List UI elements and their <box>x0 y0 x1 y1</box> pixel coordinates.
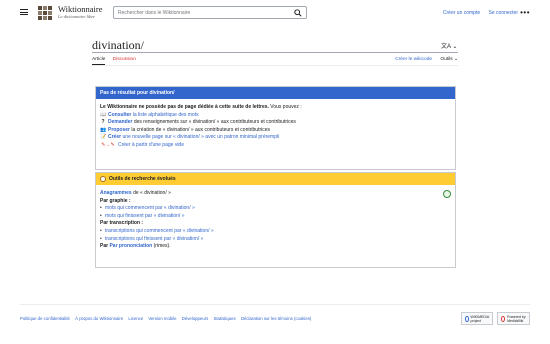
by-transcription-label: Par transcription : <box>100 220 144 227</box>
footer-link-about[interactable]: À propos du Wiktionnaire <box>75 316 123 321</box>
advanced-search-box: Outils de recherche évolués Anagrammes d… <box>95 172 456 268</box>
list-item: transcriptions qui finissent par « divin… <box>100 236 451 244</box>
tools-dropdown[interactable]: Outils ⌄ <box>440 57 458 62</box>
footer-link-privacy[interactable]: Politique de confidentialité <box>20 316 70 321</box>
footer-link-developers[interactable]: Développeurs <box>182 316 209 321</box>
no-result-heading: Pas de résultat pour divination/ <box>96 87 455 99</box>
list-item: 📝 Créer une nouvelle page sur « divinati… <box>100 134 451 142</box>
footer-link-mobile[interactable]: Version mobile <box>148 316 176 321</box>
create-account-link[interactable]: Créer un compte <box>443 10 480 16</box>
main-menu-button[interactable] <box>20 9 28 15</box>
create-empty-link[interactable]: Créer à partir d'une page vide <box>118 142 184 150</box>
footer-links: Politique de confidentialité À propos du… <box>20 316 315 321</box>
page-title: divination/ <box>92 38 144 52</box>
wikimedia-badge[interactable]: WIKIMEDIA project <box>461 312 493 325</box>
footer-link-stats[interactable]: Statistiques <box>213 316 235 321</box>
template-icon: 📝 <box>100 134 107 141</box>
question-icon: ? <box>101 119 105 126</box>
title-divider <box>92 52 458 53</box>
pencil-arrow-icon: ✎→✎ <box>101 141 115 148</box>
tab-article[interactable]: Article <box>92 57 106 65</box>
footer-link-cookies[interactable]: Déclaration sur les témoins (cookies) <box>241 316 311 321</box>
transcription-ends-link[interactable]: transcriptions qui finissent par « divin… <box>105 236 203 242</box>
by-spelling-label: Par graphie : <box>100 197 131 204</box>
wikidata-icon <box>443 190 451 198</box>
login-link[interactable]: Se connecter <box>489 10 518 16</box>
create-wikicode-link[interactable]: Créer le wikicode <box>395 57 432 62</box>
list-item: 📖 Consulter la liste alphabétique des mo… <box>100 112 451 120</box>
search-icon[interactable] <box>294 9 302 17</box>
no-result-intro: Le Wiktionnaire ne possède pas de page d… <box>100 104 451 112</box>
anagrams-link[interactable]: Anagrammes <box>100 190 132 196</box>
no-result-box: Pas de résultat pour divination/ Le Wikt… <box>95 86 456 170</box>
search-input[interactable] <box>118 7 288 18</box>
spelling-starts-link[interactable]: mots qui commencent par « divination/ » <box>105 205 195 211</box>
pronunciation-link[interactable]: Par prononciation <box>109 243 152 249</box>
create-template-link[interactable]: Créer une nouvelle page sur « divination… <box>108 134 279 142</box>
spelling-ends-link[interactable]: mots qui finissent par « divination/ » <box>105 213 185 219</box>
view-tabs: Créer le wikicode Outils ⌄ <box>388 57 458 62</box>
personal-tools: Créer un compte Se connecter <box>436 10 518 16</box>
mediawiki-badge[interactable]: Powered by MediaWiki <box>497 312 530 325</box>
intro-bold: Le Wiktionnaire ne possède pas de page d… <box>100 104 269 110</box>
footer-divider <box>20 304 530 305</box>
list-item: mots qui finissent par « divination/ » <box>100 213 451 221</box>
list-item: transcriptions qui commencent par « divi… <box>100 228 451 236</box>
namespace-tabs: Article Discussion <box>92 57 142 65</box>
footer-link-license[interactable]: Licence <box>128 316 143 321</box>
brand[interactable]: Wiktionnaire Le dictionnaire libre <box>58 4 103 20</box>
transcription-starts-link[interactable]: transcriptions qui commencent par « divi… <box>105 228 214 234</box>
propose-link[interactable]: Proposer <box>108 127 130 133</box>
language-icon[interactable]: 文A ⌄ <box>441 41 457 50</box>
anagrams-line: Anagrammes de « divination/ » <box>100 190 171 196</box>
more-options-icon[interactable]: ••• <box>520 8 530 17</box>
brand-title: Wiktionnaire <box>58 4 103 14</box>
wikimedia-icon <box>465 315 469 322</box>
brand-tagline: Le dictionnaire libre <box>58 14 95 19</box>
ask-link[interactable]: Demander <box>108 119 132 125</box>
list-item: ? Demander des renseignements sur « divi… <box>101 119 296 126</box>
consult-link[interactable]: Consulter la liste alphabétique des mots <box>108 112 199 120</box>
intro-rest: Vous pouvez : <box>268 104 302 110</box>
wiktionary-logo-icon[interactable] <box>36 4 54 22</box>
list-item: ✎→✎ Créer à partir d'une page vide <box>100 142 451 150</box>
list-item: 👥 Proposer la création de « divination/ … <box>100 126 271 133</box>
mediawiki-icon <box>501 315 506 322</box>
pronunciation-line: Par Par prononciation (rimes). <box>100 243 171 250</box>
gear-icon <box>100 176 106 182</box>
tabs-divider <box>92 65 458 66</box>
list-item: mots qui commencent par « divination/ » <box>100 205 451 213</box>
tab-discussion[interactable]: Discussion <box>113 57 136 64</box>
advanced-heading: Outils de recherche évolués <box>96 173 455 185</box>
book-search-icon: 📖 <box>100 111 107 118</box>
search-box[interactable] <box>113 6 307 19</box>
